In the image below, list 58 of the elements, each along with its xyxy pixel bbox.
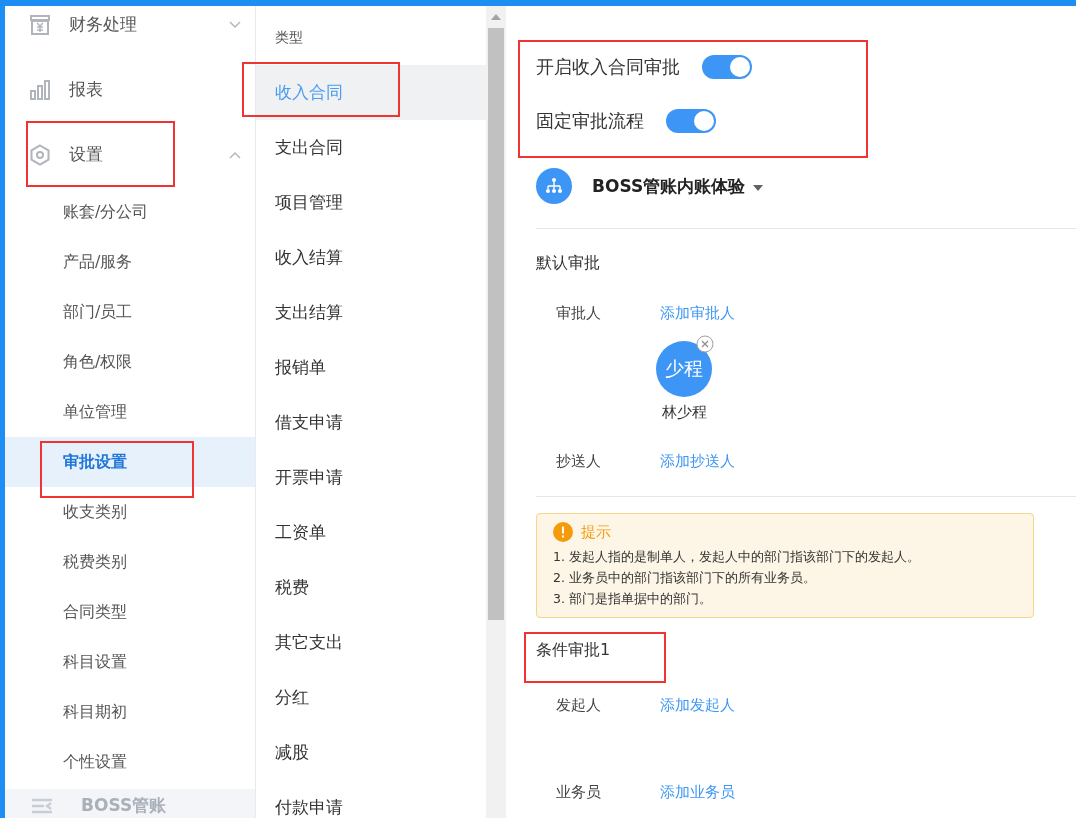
switch-label: 固定审批流程 [536,109,644,133]
notice-line: 2. 业务员中的部门指该部门下的所有业务员。 [553,569,817,587]
organization-dropdown[interactable]: BOSS管账内账体验 [592,174,746,198]
type-list-item[interactable]: 支出合同 [256,120,486,175]
sidebar-subitem[interactable]: 部门/员工 [5,287,255,337]
types-heading: 类型 [274,28,304,47]
type-list-item[interactable]: 减股 [256,725,486,780]
sidebar-subitem[interactable]: 角色/权限 [5,337,255,387]
avatar: 少程 [656,341,712,397]
sidebar-subitem[interactable]: 合同类型 [5,587,255,637]
sidebar-subitem[interactable]: 审批设置 [5,437,255,487]
notice-line: 1. 发起人指的是制单人，发起人中的部门指该部门下的发起人。 [553,548,921,566]
type-list-item[interactable]: 工资单 [256,505,486,560]
sidebar-menu-item[interactable]: 设置 [5,122,255,187]
sidebar-subitem[interactable]: 收支类别 [5,487,255,537]
sidebar-subitem[interactable]: 税费类别 [5,537,255,587]
sidebar-subitem[interactable]: 个性设置 [5,737,255,787]
toggle-switch[interactable] [666,109,716,133]
cash-register-icon [29,13,51,36]
type-list-item[interactable]: 项目管理 [256,175,486,230]
person-name: 林少程 [661,403,707,422]
type-list-item[interactable]: 付款申请 [256,780,486,818]
section-title: 条件审批1 [536,640,612,661]
warning-icon [553,522,573,542]
sidebar-menu-item[interactable]: 报表 [5,57,255,122]
scroll-up-icon[interactable] [491,14,501,20]
type-list-item[interactable]: 税费 [256,560,486,615]
bar-chart-icon [29,78,51,101]
sidebar-subitem[interactable]: 账套/分公司 [5,187,255,237]
notice-line: 3. 部门是指单据中的部门。 [553,590,713,608]
sidebar-menu-item[interactable]: 财务处理 [5,0,255,57]
type-list-item[interactable]: 收入结算 [256,230,486,285]
field-label: 业务员 [555,783,602,802]
type-list-item[interactable]: 报销单 [256,340,486,395]
type-list-item[interactable]: 分红 [256,670,486,725]
field-label: 审批人 [555,304,602,323]
org-chart-icon [536,168,572,204]
scrollbar-thumb[interactable] [488,28,504,620]
field-label: 抄送人 [555,452,602,471]
section-title: 默认审批 [536,253,601,274]
type-list-item[interactable]: 其它支出 [256,615,486,670]
sidebar-subitem[interactable]: 单位管理 [5,387,255,437]
toggle-switch[interactable] [702,55,752,79]
sidebar-subitem[interactable]: 科目设置 [5,637,255,687]
scrollbar[interactable] [486,6,506,818]
field-label: 发起人 [555,696,602,715]
type-list-item[interactable]: 支出结算 [256,285,486,340]
switch-label: 开启收入合同审批 [536,55,680,79]
sidebar-subitem[interactable]: 产品/服务 [5,237,255,287]
footer-label: BOSS管账 [81,794,167,817]
collapse-menu-icon [31,798,53,814]
type-list-item[interactable]: 开票申请 [256,450,486,505]
settings-icon [29,143,51,166]
caret-icon[interactable] [753,185,764,191]
notice-title: 提示 [581,522,611,542]
type-list-item[interactable]: 借支申请 [256,395,486,450]
sidebar-subitem[interactable]: 科目期初 [5,687,255,737]
remove-icon[interactable] [696,335,714,353]
